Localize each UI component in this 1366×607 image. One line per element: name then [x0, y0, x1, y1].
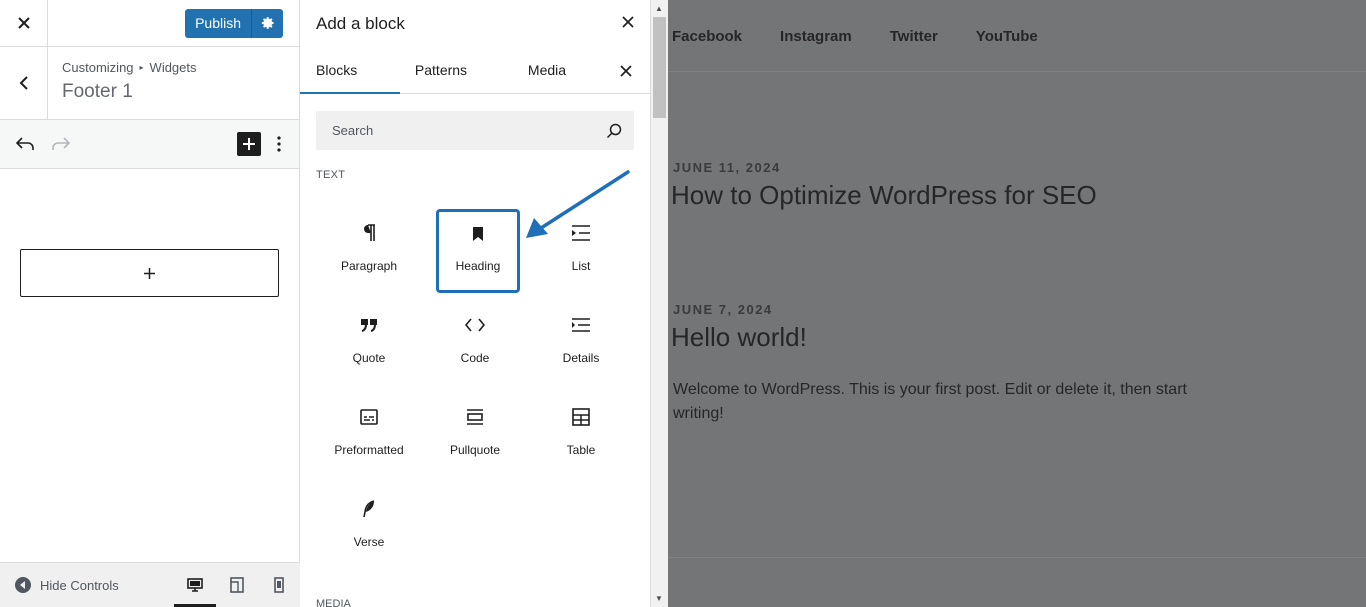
publish-settings-button[interactable] [251, 8, 283, 38]
block-heading[interactable]: Heading [436, 209, 520, 293]
close-icon [622, 15, 634, 28]
annotation-arrow-icon [526, 170, 630, 238]
post-date: JUNE 7, 2024 [673, 302, 773, 317]
tab-blocks[interactable]: Blocks [300, 47, 400, 94]
category-label-media: MEDIA [316, 598, 351, 607]
block-appender-button[interactable] [20, 249, 279, 297]
social-menu: Facebook Instagram Twitter YouTube [668, 0, 1366, 72]
redo-icon [52, 137, 70, 150]
more-options-button[interactable] [273, 136, 285, 152]
verse-icon [363, 500, 375, 518]
widget-toolbar [0, 120, 299, 169]
undo-icon [16, 137, 34, 150]
quote-icon [361, 319, 377, 332]
undo-button[interactable] [14, 133, 36, 155]
table-icon [572, 408, 590, 426]
block-details[interactable]: Details [539, 300, 623, 384]
publish-group: Publish [185, 8, 283, 38]
tablet-icon [230, 577, 244, 593]
breadcrumb-widgets: Widgets [149, 60, 197, 75]
breadcrumb-customizing: Customizing [62, 60, 134, 75]
scroll-down-icon[interactable]: ▼ [655, 594, 663, 603]
back-button[interactable] [0, 47, 48, 119]
inserter-tabs: Blocks Patterns Media [300, 47, 650, 94]
details-icon [572, 318, 590, 332]
block-code[interactable]: Code [433, 300, 517, 384]
post-title[interactable]: How to Optimize WordPress for SEO [671, 180, 1097, 211]
preview-mobile-button[interactable] [258, 563, 300, 607]
nav-link-twitter[interactable]: Twitter [890, 28, 938, 45]
scroll-thumb[interactable] [653, 17, 666, 118]
breadcrumb: Customizing ▸ Widgets [62, 60, 197, 75]
scroll-up-icon[interactable]: ▲ [655, 4, 663, 13]
publish-button[interactable]: Publish [185, 8, 251, 38]
block-table[interactable]: Table [539, 392, 623, 476]
breadcrumb-separator-icon: ▸ [139, 63, 144, 72]
gear-icon [261, 17, 274, 29]
redo-button[interactable] [50, 133, 72, 155]
code-icon [465, 318, 485, 332]
block-quote[interactable]: Quote [327, 300, 411, 384]
inserter-header: Add a block [300, 0, 650, 47]
site-preview: Facebook Instagram Twitter YouTube JUNE … [668, 0, 1366, 607]
close-tabs-button[interactable] [620, 47, 632, 94]
block-search-field[interactable]: Search [316, 111, 634, 150]
close-customizer-button[interactable] [0, 0, 48, 47]
block-pullquote[interactable]: Pullquote [433, 392, 517, 476]
paragraph-icon [364, 224, 375, 241]
tab-patterns[interactable]: Patterns [400, 47, 482, 93]
section-header: Customizing ▸ Widgets Footer 1 [0, 47, 299, 120]
preformatted-icon [360, 409, 378, 425]
nav-link-youtube[interactable]: YouTube [976, 28, 1038, 45]
customizer-sidebar: Publish Customizing ▸ Widgets Footer 1 H… [0, 0, 300, 607]
close-inserter-button[interactable] [622, 15, 634, 33]
close-icon [620, 64, 632, 77]
hide-controls-button[interactable]: Hide Controls [0, 576, 174, 594]
post-date: JUNE 11, 2024 [673, 160, 781, 175]
block-verse[interactable]: Verse [327, 484, 411, 568]
tab-media[interactable]: Media [482, 47, 612, 93]
search-input[interactable]: Search [332, 123, 373, 138]
preview-desktop-button[interactable] [174, 563, 216, 607]
plus-icon [243, 138, 255, 150]
nav-link-instagram[interactable]: Instagram [780, 28, 852, 45]
desktop-icon [187, 578, 203, 592]
chevron-left-icon [19, 76, 28, 90]
footer-divider [668, 557, 1366, 558]
block-preformatted[interactable]: Preformatted [327, 392, 411, 476]
add-block-button[interactable] [237, 132, 261, 156]
search-icon [606, 123, 622, 138]
mobile-icon [274, 577, 284, 593]
inserter-scrollbar[interactable]: ▲ ▼ [651, 0, 668, 607]
post-title[interactable]: Hello world! [671, 322, 807, 353]
block-paragraph[interactable]: Paragraph [327, 208, 411, 292]
plus-icon [144, 267, 155, 279]
customizer-footer: Hide Controls [0, 562, 300, 607]
section-title: Footer 1 [62, 81, 133, 102]
close-icon [17, 17, 30, 29]
more-vertical-icon [277, 136, 281, 152]
pullquote-icon [467, 409, 483, 425]
customizer-header: Publish [0, 0, 299, 47]
heading-icon [473, 227, 483, 241]
inserter-title: Add a block [316, 13, 405, 33]
customizer-screen: Publish Customizing ▸ Widgets Footer 1 H… [0, 0, 1366, 607]
nav-link-facebook[interactable]: Facebook [672, 28, 742, 45]
preview-tablet-button[interactable] [216, 563, 258, 607]
hide-controls-label: Hide Controls [40, 577, 119, 593]
post-excerpt: Welcome to WordPress. This is your first… [673, 381, 1187, 422]
block-inserter-panel: Add a block Blocks Patterns Media Search… [300, 0, 651, 607]
collapse-arrow-icon [15, 577, 31, 593]
